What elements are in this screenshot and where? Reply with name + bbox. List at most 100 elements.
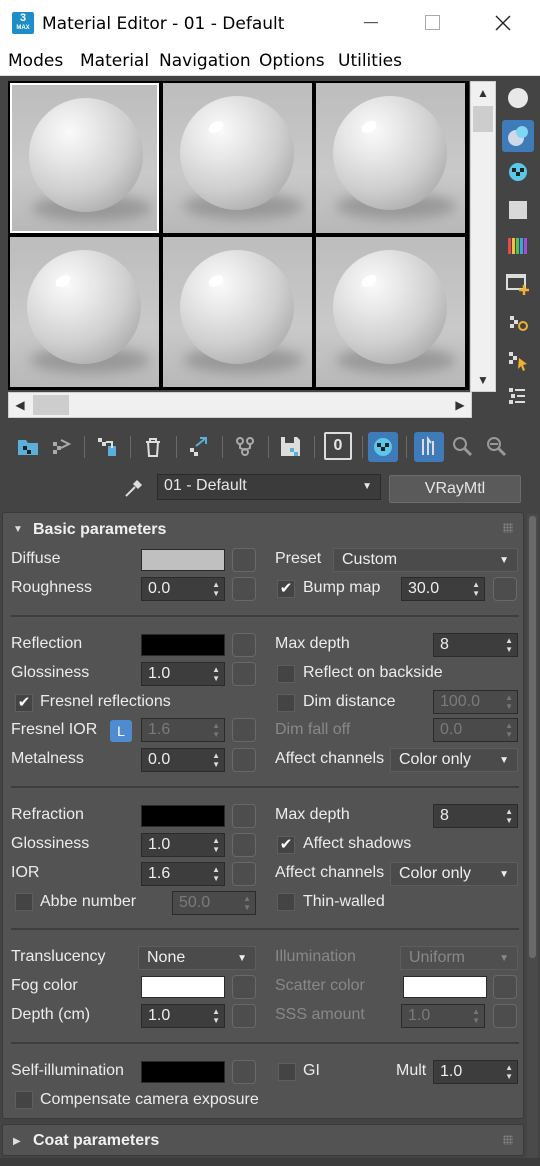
sample-slot[interactable]: [10, 83, 159, 233]
scroll-right-icon[interactable]: ▶: [449, 393, 471, 417]
glossiness-map-button[interactable]: [232, 662, 256, 686]
fresnel-ior-lock-button[interactable]: L: [110, 720, 132, 742]
material-map-navigator-button[interactable]: [502, 380, 534, 412]
material-id-channel-button[interactable]: 0: [324, 432, 352, 460]
metalness-map-button[interactable]: [232, 748, 256, 772]
roughness-spinner[interactable]: 0.0 ▲ ▼: [141, 577, 225, 601]
rollout-header[interactable]: ▼ Basic parameters: [3, 513, 523, 545]
sample-uv-tiling-button[interactable]: [502, 194, 534, 226]
grip-icon[interactable]: [503, 1135, 513, 1145]
sample-slot[interactable]: [163, 83, 312, 233]
video-color-check-button[interactable]: [502, 230, 534, 262]
fresnel-reflections-checkbox[interactable]: ✔: [15, 694, 33, 712]
scatter-color-swatch[interactable]: [403, 976, 487, 998]
gi-checkbox[interactable]: [278, 1063, 296, 1081]
depth-map-button[interactable]: [232, 1004, 256, 1028]
metalness-spinner[interactable]: 0.0 ▲ ▼: [141, 748, 225, 772]
put-to-library-button[interactable]: [230, 432, 260, 462]
ior-spinner[interactable]: 1.6 ▲ ▼: [141, 862, 225, 886]
dim-fall-off-spinner[interactable]: 0.0 ▲ ▼: [433, 718, 518, 742]
menu-modes[interactable]: Modes: [8, 51, 63, 71]
sss-amount-spinner[interactable]: 1.0 ▲ ▼: [401, 1004, 485, 1028]
menu-navigation[interactable]: Navigation: [159, 51, 251, 71]
go-to-parent-button[interactable]: [448, 432, 478, 462]
fresnel-ior-spinner[interactable]: 1.6 ▲ ▼: [141, 718, 225, 742]
sample-slot[interactable]: [316, 237, 465, 387]
reflection-affect-channels-select[interactable]: Color only ▼: [390, 748, 518, 772]
bump-map-button[interactable]: [493, 577, 517, 601]
sample-slot[interactable]: [163, 237, 312, 387]
preset-select[interactable]: Custom ▼: [333, 548, 518, 572]
slots-horizontal-scrollbar[interactable]: ◀ ▶: [8, 392, 472, 418]
grip-icon[interactable]: [503, 523, 513, 533]
sample-type-sphere-button[interactable]: [502, 82, 534, 114]
compensate-camera-exposure-checkbox[interactable]: [15, 1091, 33, 1109]
options-button[interactable]: [502, 306, 534, 338]
refraction-color-swatch[interactable]: [141, 805, 225, 827]
reflect-on-backside-checkbox[interactable]: [277, 665, 295, 683]
self-illumination-map-button[interactable]: [232, 1060, 256, 1084]
roughness-map-button[interactable]: [232, 577, 256, 601]
refraction-map-button[interactable]: [232, 804, 256, 828]
minimize-button[interactable]: [348, 8, 394, 38]
scatter-color-map-button[interactable]: [493, 975, 517, 999]
reflection-map-button[interactable]: [232, 633, 256, 657]
sample-slot[interactable]: [10, 237, 159, 387]
scroll-thumb[interactable]: [473, 106, 493, 132]
coat-parameters-rollout[interactable]: ▶ Coat parameters: [2, 1124, 524, 1156]
scroll-thumb[interactable]: [33, 395, 69, 415]
menu-utilities[interactable]: Utilities: [338, 51, 402, 71]
make-preview-button[interactable]: [502, 268, 534, 300]
pick-material-from-object-button[interactable]: [122, 476, 146, 500]
show-shaded-material-button[interactable]: [368, 432, 398, 462]
parameters-scrollbar[interactable]: [527, 514, 538, 1162]
fresnel-ior-map-button[interactable]: [232, 718, 256, 742]
assign-to-selection-button[interactable]: [92, 432, 122, 462]
abbe-number-checkbox[interactable]: [15, 893, 33, 911]
scroll-down-icon[interactable]: ▼: [471, 369, 495, 391]
reflection-color-swatch[interactable]: [141, 634, 225, 656]
close-button[interactable]: [480, 8, 526, 38]
menu-material[interactable]: Material: [80, 51, 149, 71]
maximize-button[interactable]: [410, 8, 456, 38]
abbe-number-spinner[interactable]: 50.0 ▲ ▼: [172, 891, 256, 915]
affect-shadows-checkbox[interactable]: ✔: [277, 836, 295, 854]
bump-map-checkbox[interactable]: ✔: [277, 580, 295, 598]
refraction-glossiness-map-button[interactable]: [232, 833, 256, 857]
reflection-max-depth-spinner[interactable]: 8 ▲ ▼: [433, 633, 518, 657]
self-illumination-color-swatch[interactable]: [141, 1061, 225, 1083]
ior-map-button[interactable]: [232, 862, 256, 886]
glossiness-spinner[interactable]: 1.0 ▲ ▼: [141, 662, 225, 686]
refraction-glossiness-spinner[interactable]: 1.0 ▲ ▼: [141, 833, 225, 857]
material-name-field[interactable]: 01 - Default ▼: [157, 474, 381, 500]
depth-spinner[interactable]: 1.0 ▲ ▼: [141, 1004, 225, 1028]
translucency-select[interactable]: None ▼: [138, 946, 256, 970]
fog-color-swatch[interactable]: [141, 976, 225, 998]
sss-amount-map-button[interactable]: [493, 1004, 517, 1028]
diffuse-map-button[interactable]: [232, 548, 256, 572]
select-by-material-button[interactable]: [502, 344, 534, 376]
reset-map-button[interactable]: [138, 432, 168, 462]
slots-vertical-scrollbar[interactable]: ▲ ▼: [470, 81, 496, 392]
sample-slot[interactable]: [316, 83, 465, 233]
bump-map-spinner[interactable]: 30.0 ▲ ▼: [401, 577, 485, 601]
refraction-max-depth-spinner[interactable]: 8 ▲ ▼: [433, 804, 518, 828]
make-unique-button[interactable]: [184, 432, 214, 462]
diffuse-color-swatch[interactable]: [141, 549, 225, 571]
dim-distance-spinner[interactable]: 100.0 ▲ ▼: [433, 690, 518, 714]
mult-spinner[interactable]: 1.0 ▲ ▼: [433, 1060, 518, 1084]
scroll-thumb[interactable]: [529, 516, 536, 958]
thin-walled-checkbox[interactable]: [277, 893, 295, 911]
scroll-up-icon[interactable]: ▲: [471, 82, 495, 104]
dim-distance-checkbox[interactable]: [277, 694, 295, 712]
go-forward-to-sibling-button[interactable]: [482, 432, 512, 462]
refraction-affect-channels-select[interactable]: Color only ▼: [390, 862, 518, 886]
show-end-result-button[interactable]: [414, 432, 444, 462]
fog-color-map-button[interactable]: [232, 975, 256, 999]
get-material-button[interactable]: [13, 432, 43, 462]
save-material-button[interactable]: [276, 432, 306, 462]
illumination-select[interactable]: Uniform ▼: [400, 946, 518, 970]
put-to-scene-button[interactable]: [45, 432, 75, 462]
background-button[interactable]: [502, 156, 534, 188]
backlight-button[interactable]: [502, 120, 534, 152]
